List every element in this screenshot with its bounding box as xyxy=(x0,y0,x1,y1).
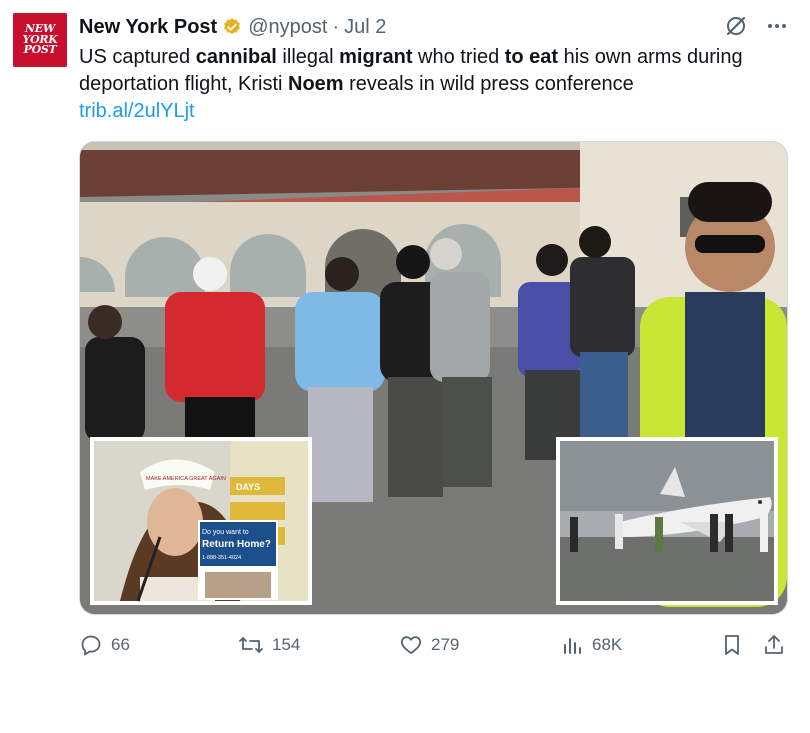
share-icon xyxy=(765,635,783,654)
days-label: DAYS xyxy=(236,482,260,492)
action-bar: 66 154 279 68K xyxy=(79,630,789,660)
bookmark-icon xyxy=(725,635,739,655)
tweet-media[interactable]: Do you want to Return Home? 1-888-351-40… xyxy=(79,141,788,615)
sign-phone: 1-888-351-4024 xyxy=(202,555,241,561)
more-options-icon[interactable] xyxy=(766,15,788,37)
views-button[interactable]: 68K xyxy=(560,630,622,660)
inset-photo-plane xyxy=(556,437,778,605)
like-button[interactable]: 279 xyxy=(399,630,459,660)
repost-count: 154 xyxy=(272,635,301,654)
tweet-link[interactable]: trib.al/2ulYLjt xyxy=(79,98,794,125)
share-button[interactable] xyxy=(763,630,785,660)
sign-headline: Return Home? xyxy=(202,539,271,550)
handle[interactable]: @nypost xyxy=(248,16,327,39)
tweet-text-bold: cannibal xyxy=(195,46,277,68)
tweet-text-segment: reveals in wild press conference xyxy=(343,73,634,95)
tweet-text-segment: who tried xyxy=(412,46,505,68)
tweet-text-body: US captured cannibal illegal migrant who… xyxy=(79,46,743,95)
top-right-icons xyxy=(724,14,788,38)
repost-icon xyxy=(239,637,263,653)
reply-button[interactable]: 66 xyxy=(79,630,130,660)
grok-icon[interactable] xyxy=(724,14,748,38)
verified-badge-icon xyxy=(222,17,242,37)
reply-icon xyxy=(81,635,101,656)
display-name[interactable]: New York Post xyxy=(79,16,217,39)
avatar[interactable]: NEW YORK POST xyxy=(13,13,67,67)
separator-dot: · xyxy=(332,15,340,38)
avatar-line-3: POST xyxy=(23,43,57,57)
sign-title: Do you want to xyxy=(202,529,249,536)
tweet-text-segment: US captured xyxy=(79,46,196,68)
inset-photo-noem: Do you want to Return Home? 1-888-351-40… xyxy=(90,437,312,605)
repost-button[interactable]: 154 xyxy=(238,630,300,660)
tweet-text-bold: Noem xyxy=(288,73,344,95)
heart-icon xyxy=(400,636,422,654)
media-photo: Do you want to Return Home? 1-888-351-40… xyxy=(80,142,787,614)
views-icon xyxy=(564,638,581,654)
tweet-text-bold: to eat xyxy=(504,46,559,68)
cap-text: MAKE AMERICA GREAT AGAIN xyxy=(146,476,226,482)
like-count: 279 xyxy=(431,635,460,654)
bookmark-button[interactable] xyxy=(721,630,743,660)
timestamp[interactable]: Jul 2 xyxy=(344,16,386,39)
tweet-text-segment: illegal xyxy=(276,46,340,68)
views-count: 68K xyxy=(592,635,623,654)
tweet-text: US captured cannibal illegal migrant who… xyxy=(79,44,794,125)
tweet-header: New York Post @nypost · Jul 2 xyxy=(79,12,790,42)
tweet-text-bold: migrant xyxy=(339,46,413,68)
reply-count: 66 xyxy=(111,635,130,654)
